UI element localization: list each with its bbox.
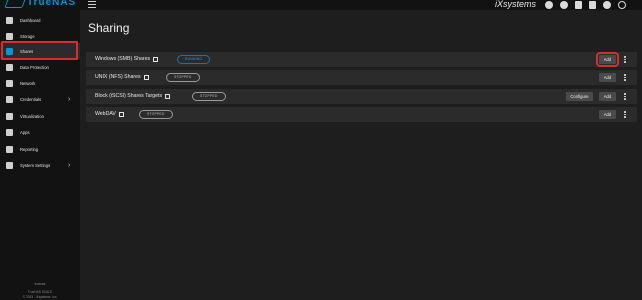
status-badge: STOPPED [192,92,226,101]
menu-toggle-icon[interactable] [88,1,96,8]
more-vert-icon[interactable] [624,111,626,118]
sidebar-item-data-protection[interactable]: Data Protection [0,59,80,75]
footer-copyright: © 2023 - iXsystems, Inc. [22,295,58,299]
share-card-webdav: WebDAV STOPPED Add [86,107,637,122]
add-button[interactable]: Add [599,73,616,82]
share-card-nfs: UNIX (NFS) Shares STOPPED Add [86,70,637,85]
sidebar-item-label: Data Protection [20,64,49,70]
add-button[interactable]: Add [599,92,616,101]
more-vert-icon[interactable] [624,56,626,63]
share-title-link[interactable]: Block (iSCSI) Shares Targets [95,93,171,99]
truenas-logo[interactable]: TrueNAS [4,0,77,9]
status-badge: RUNNING [177,55,211,64]
truenas-logo-mark-icon [4,0,26,8]
status-badge: STOPPED [166,73,200,82]
network-icon [6,79,13,87]
apps-icon [6,128,13,136]
sidebar-item-virtualization[interactable]: Virtualization [0,108,80,124]
status-badge: STOPPED [139,110,173,119]
sidebar-item-label: Virtualization [20,113,44,119]
sidebar-item-label: Dashboard [20,17,41,23]
user-icon[interactable] [603,1,611,9]
ixsystems-brand[interactable]: iXsystems [495,0,536,9]
sidebar-item-label: Network [20,80,36,86]
configure-button[interactable]: Configure [566,92,593,101]
external-link-icon[interactable] [153,56,159,62]
clipboard-icon[interactable] [575,1,582,9]
dashboard-icon [6,16,13,24]
power-icon[interactable] [618,1,626,9]
truecommand-icon[interactable] [545,1,553,9]
page-title: Sharing [88,21,130,35]
key-icon [6,95,13,103]
footer-logo-text: truenas [34,282,46,286]
jobs-icon[interactable] [560,1,568,9]
sidebar-item-label: Reporting [20,146,39,152]
top-bar: TrueNAS iXsystems [0,0,642,10]
sidebar-item-dashboard[interactable]: Dashboard [0,12,80,28]
more-vert-icon[interactable] [624,93,626,100]
sidebar-item-apps[interactable]: Apps [0,124,80,140]
main-content: Sharing Windows (SMB) Shares RUNNING Add… [80,10,642,300]
gear-icon [6,161,13,169]
header-icons [545,0,626,10]
share-title-link[interactable]: UNIX (NFS) Shares [95,74,149,80]
sidebar-item-system-settings[interactable]: System Settings › [0,157,80,173]
sidebar-item-network[interactable]: Network [0,75,80,91]
chart-icon [6,145,13,153]
chevron-right-icon: › [68,161,71,169]
share-card-iscsi: Block (iSCSI) Shares Targets STOPPED Con… [86,89,637,104]
storage-icon [6,32,13,40]
sidebar-item-reporting[interactable]: Reporting [0,141,80,157]
share-title-link[interactable]: Windows (SMB) Shares [95,56,159,62]
sidebar-item-label: Apps [20,129,30,135]
sidebar-item-label: Storage [20,33,35,39]
sidebar-item-label: Credentials [20,96,42,102]
logo-text: TrueNAS [27,0,77,8]
shares-highlight-box [1,41,78,60]
shield-icon [6,63,13,71]
sidebar-item-credentials[interactable]: Credentials › [0,91,80,107]
share-card-smb: Windows (SMB) Shares RUNNING Add [86,52,637,67]
more-vert-icon[interactable] [624,74,626,81]
external-link-icon[interactable] [165,93,171,99]
sidebar-footer: truenas TrueNAS SCALE © 2023 - iXsystems… [0,282,80,300]
external-link-icon[interactable] [118,111,124,117]
chevron-right-icon: › [68,95,71,103]
share-title-link[interactable]: WebDAV [95,111,124,117]
external-link-icon[interactable] [143,74,149,80]
monitor-icon [6,112,13,120]
sidebar-item-label: System Settings [20,162,51,168]
add-button[interactable]: Add [596,52,619,67]
bell-icon[interactable] [589,1,596,9]
add-button[interactable]: Add [599,110,616,119]
